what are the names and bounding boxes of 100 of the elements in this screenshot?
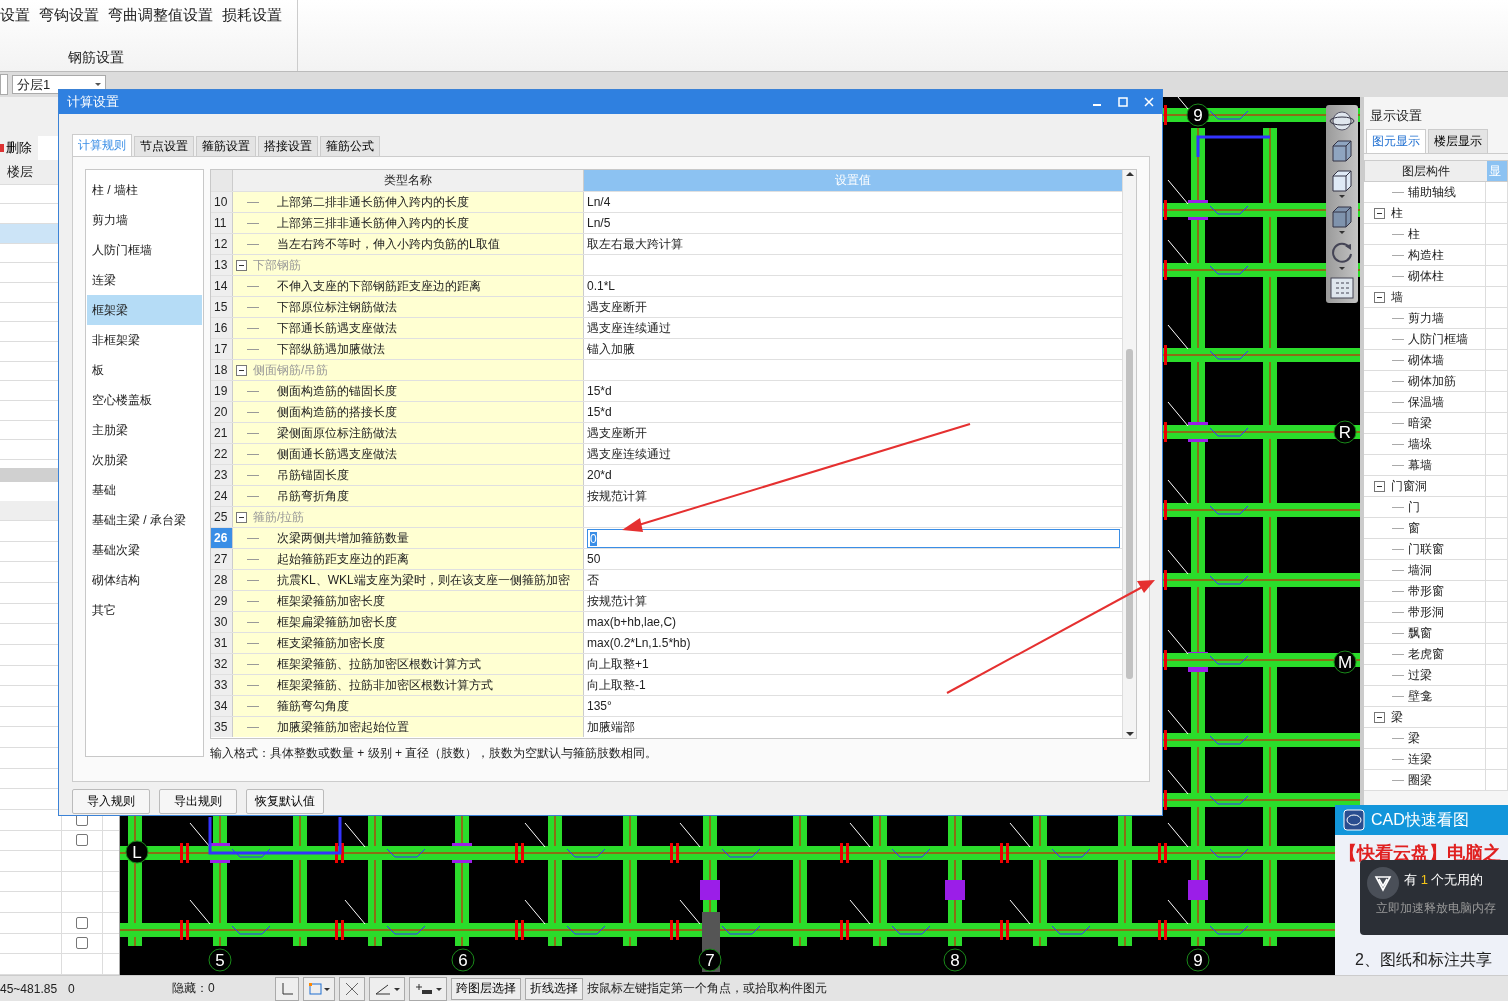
collapse-icon[interactable] — [236, 259, 247, 271]
ribbon-menu-item[interactable]: 损耗设置 — [222, 6, 282, 25]
toolbar-button[interactable]: 折线选择 — [525, 977, 583, 1000]
tab[interactable]: 搭接设置 — [258, 136, 318, 156]
tab[interactable]: 计算规则 — [72, 134, 132, 156]
ribbon-menu-item[interactable]: 弯曲调整值设置 — [108, 6, 213, 25]
setting-value[interactable]: 锚入加腋 — [587, 340, 635, 358]
category-item[interactable]: 次肋梁 — [87, 445, 202, 475]
tab[interactable]: 图元显示 — [1366, 129, 1426, 153]
setting-value[interactable]: 按规范计算 — [587, 592, 647, 610]
category-item[interactable]: 空心楼盖板 — [87, 385, 202, 415]
setting-value[interactable]: 50 — [587, 552, 601, 566]
category-item[interactable]: 板 — [87, 355, 202, 385]
checkbox[interactable] — [76, 937, 88, 950]
tree-item[interactable]: 窗 — [1408, 519, 1420, 537]
delete-button[interactable]: 删除 — [0, 136, 38, 160]
setting-value[interactable]: 遇支座断开 — [587, 298, 647, 316]
tab[interactable]: 箍筋设置 — [196, 136, 256, 156]
tree-item[interactable]: 幕墙 — [1408, 456, 1432, 474]
tree-item[interactable]: 柱 — [1391, 204, 1403, 222]
setting-value[interactable]: max(0.2*Ln,1.5*hb) — [587, 636, 691, 650]
scrollbar[interactable] — [1122, 170, 1136, 738]
ribbon-menu-item[interactable]: 弯钩设置 — [39, 6, 99, 25]
solid-cube-icon[interactable] — [1330, 205, 1354, 235]
tree-item[interactable]: 墙洞 — [1408, 561, 1432, 579]
setting-value[interactable]: 按规范计算 — [587, 487, 647, 505]
collapse-icon[interactable] — [236, 511, 247, 523]
category-item[interactable]: 基础 — [87, 475, 202, 505]
tree-item[interactable]: 过梁 — [1408, 666, 1432, 684]
tree-item[interactable]: 壁龛 — [1408, 687, 1432, 705]
collapse-icon[interactable] — [1374, 207, 1385, 219]
checkbox[interactable] — [76, 834, 88, 847]
setting-value[interactable]: Ln/5 — [587, 216, 611, 230]
tab[interactable]: 楼层显示 — [1428, 129, 1488, 153]
tree-item[interactable]: 门 — [1408, 498, 1420, 516]
category-item[interactable]: 基础主梁 / 承台梁 — [87, 505, 202, 535]
orbit-icon[interactable] — [1329, 109, 1355, 133]
tree-item[interactable]: 梁 — [1408, 729, 1420, 747]
tree-item[interactable]: 墙 — [1391, 288, 1403, 306]
row-number: 14 — [211, 276, 233, 296]
ribbon-menu-item[interactable]: 设置 — [0, 6, 30, 25]
setting-value[interactable]: 向上取整+1 — [587, 655, 649, 673]
setting-name: 抗震KL、WKL端支座为梁时，则在该支座一侧箍筋加密 — [277, 571, 570, 589]
category-item[interactable]: 柱 / 墙柱 — [87, 175, 202, 205]
tab[interactable]: 节点设置 — [134, 136, 194, 156]
category-item[interactable]: 框架梁 — [87, 295, 202, 325]
rotate-icon[interactable] — [1330, 241, 1354, 271]
tree-item[interactable]: 墙垛 — [1408, 435, 1432, 453]
checkbox[interactable] — [76, 916, 88, 929]
dialog-button[interactable]: 导出规则 — [159, 789, 237, 814]
column-header: 图层构件 — [1401, 163, 1451, 180]
setting-value[interactable]: 135° — [587, 699, 612, 713]
setting-value[interactable]: Ln/4 — [587, 195, 611, 209]
category-item[interactable]: 连梁 — [87, 265, 202, 295]
setting-value[interactable]: 向上取整-1 — [587, 676, 646, 694]
cube-icon[interactable] — [1330, 139, 1354, 163]
tree-item[interactable]: 柱 — [1408, 225, 1420, 243]
view-cube-icon[interactable] — [1330, 169, 1354, 199]
setting-value[interactable]: 遇支座断开 — [587, 424, 647, 442]
category-item[interactable]: 主肋梁 — [87, 415, 202, 445]
toolbar-button[interactable]: 跨图层选择 — [451, 977, 521, 1000]
setting-value[interactable]: 15*d — [587, 405, 612, 419]
tab[interactable]: 箍筋公式 — [320, 136, 380, 156]
setting-value[interactable]: 15*d — [587, 384, 612, 398]
category-item[interactable]: 其它 — [87, 595, 202, 625]
category-item[interactable]: 砌体结构 — [87, 565, 202, 595]
collapse-icon[interactable] — [1374, 291, 1385, 303]
tree-item[interactable]: 圈梁 — [1408, 771, 1432, 789]
collapse-icon[interactable] — [1374, 480, 1385, 492]
setting-value[interactable]: 加腋端部 — [587, 718, 635, 736]
category-item[interactable]: 人防门框墙 — [87, 235, 202, 265]
setting-value[interactable]: 否 — [587, 571, 599, 589]
tree-item[interactable]: 连梁 — [1408, 750, 1432, 768]
tree-item[interactable]: 梁 — [1391, 708, 1403, 726]
cross-icon[interactable] — [339, 976, 365, 1001]
collapse-icon[interactable] — [1374, 711, 1385, 723]
ortho-icon[interactable] — [275, 976, 299, 1001]
column-header: 显 — [1487, 161, 1507, 181]
setting-name: 侧面构造筋的锚固长度 — [277, 382, 397, 400]
grid-view-icon[interactable] — [1330, 277, 1354, 299]
setting-name: 加腋梁箍筋加密起始位置 — [277, 718, 409, 736]
snap-icon[interactable] — [409, 976, 447, 1001]
dialog-button[interactable]: 恢复默认值 — [246, 789, 324, 814]
category-item[interactable]: 基础次梁 — [87, 535, 202, 565]
setting-value[interactable]: max(b+hb,lae,C) — [587, 615, 677, 629]
toolbar-field[interactable] — [0, 74, 8, 95]
collapse-icon[interactable] — [236, 364, 247, 376]
category-item[interactable]: 非框架梁 — [87, 325, 202, 355]
angle-icon[interactable] — [369, 976, 405, 1001]
row-number: 23 — [211, 465, 233, 485]
setting-value[interactable]: 遇支座连续通过 — [587, 445, 671, 463]
tree-item[interactable]: 暗梁 — [1408, 414, 1432, 432]
category-item[interactable]: 剪力墙 — [87, 205, 202, 235]
dialog-button[interactable]: 导入规则 — [72, 789, 150, 814]
tree-item[interactable]: 飘窗 — [1408, 624, 1432, 642]
setting-value[interactable]: 遇支座连续通过 — [587, 319, 671, 337]
setting-value[interactable]: 0.1*L — [587, 279, 616, 293]
notification-action[interactable]: 立即加速释放电脑内存 — [1360, 900, 1508, 935]
setting-value[interactable]: 20*d — [587, 468, 612, 482]
setting-value[interactable]: 取左右最大跨计算 — [587, 235, 683, 253]
